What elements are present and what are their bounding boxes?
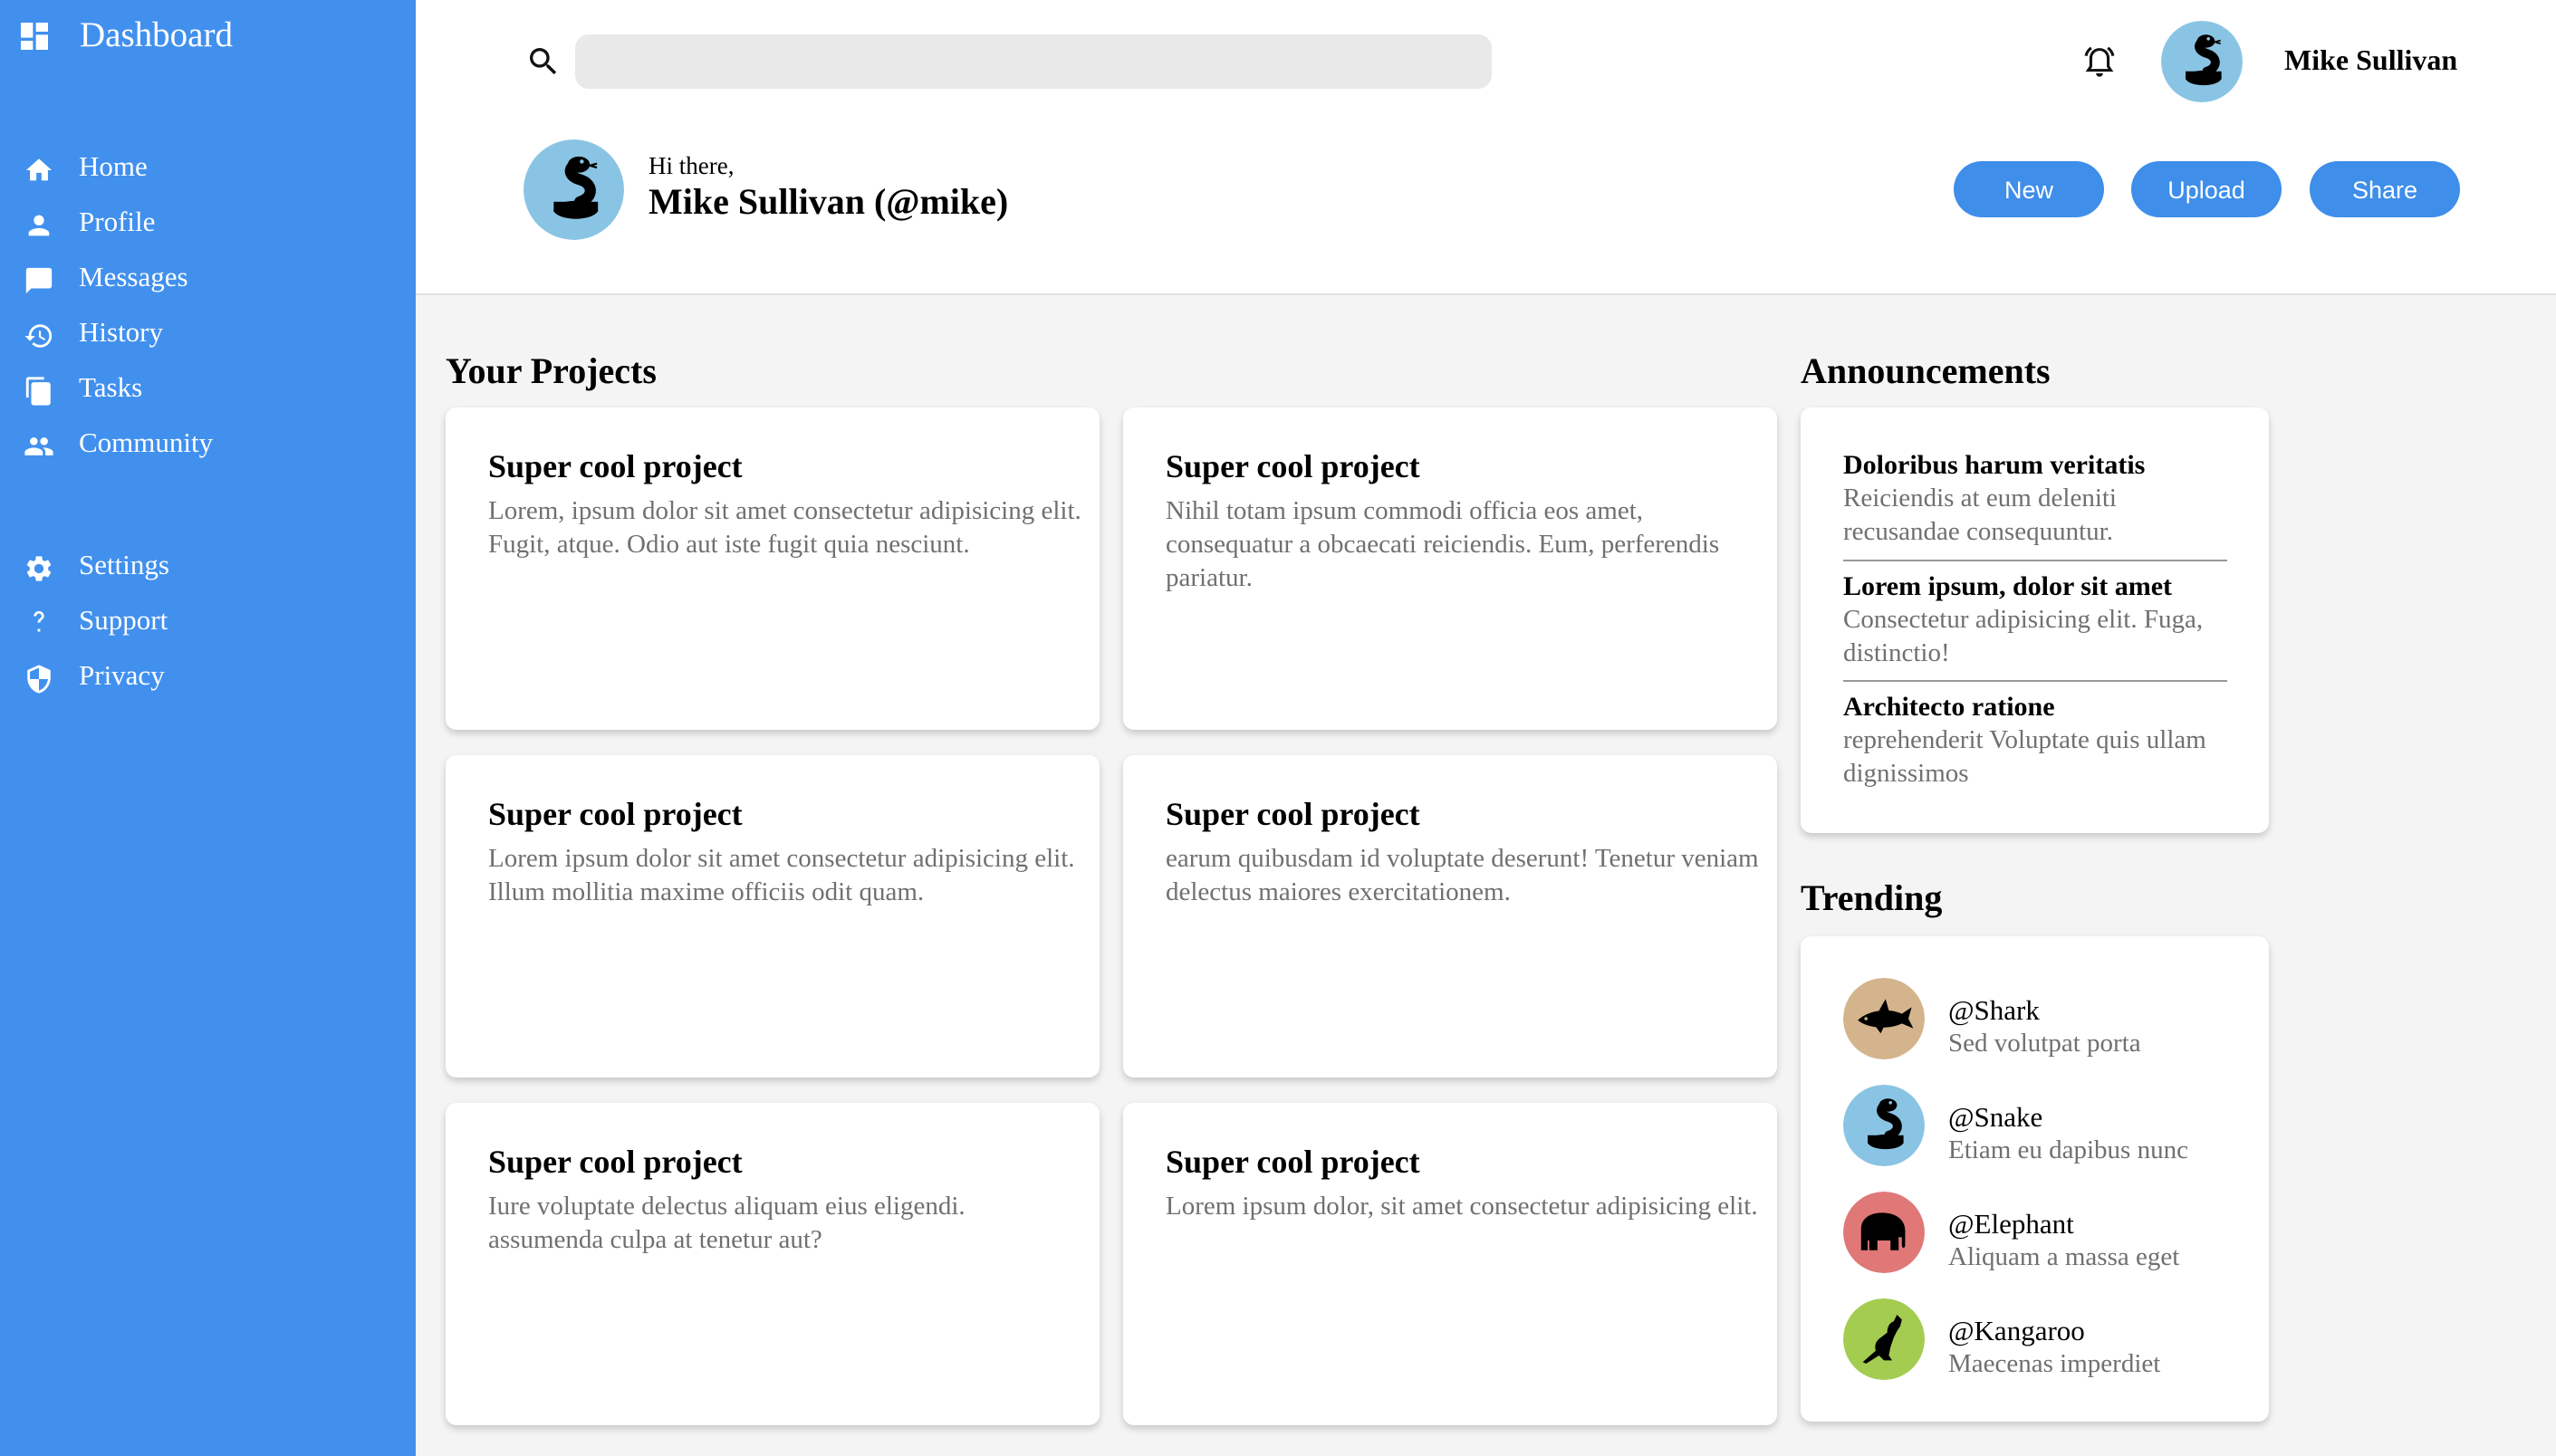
announcement-title: Architecto ratione <box>1843 692 2055 722</box>
trending-item[interactable]: @Snake Etiam eu dapibus nunc <box>1843 1085 2242 1166</box>
sidebar-item-label: Messages <box>79 261 188 292</box>
dashboard-icon <box>16 18 53 54</box>
project-description: Lorem ipsum dolor, sit amet consectetur … <box>1166 1192 1758 1221</box>
project-title: Super cool project <box>488 1144 743 1180</box>
sidebar-item-home[interactable]: Home <box>0 145 416 194</box>
project-description: Lorem, ipsum dolor sit amet consectetur … <box>488 496 1081 559</box>
trending-handle: @Shark <box>1948 994 2040 1026</box>
avatar <box>1843 978 1925 1059</box>
announcement-item[interactable]: Doloribus harum veritatis Reiciendis at … <box>1843 449 2227 549</box>
elephant-icon <box>1843 1192 1925 1273</box>
sidebar-item-label: Profile <box>79 206 156 237</box>
announcements-title: Announcements <box>1801 350 2051 391</box>
trending-item[interactable]: @Elephant Aliquam a massa eget <box>1843 1192 2242 1273</box>
share-button[interactable]: Share <box>2310 161 2460 217</box>
divider <box>1843 560 2227 561</box>
sidebar-item-settings[interactable]: Settings <box>0 543 416 592</box>
snake-icon <box>1843 1085 1925 1166</box>
project-description: earum quibusdam id voluptate deserunt! T… <box>1166 844 1759 906</box>
project-title: Super cool project <box>1166 448 1420 484</box>
project-title: Super cool project <box>1166 796 1420 832</box>
greeting-text: Hi there, <box>649 152 735 179</box>
avatar[interactable] <box>2161 21 2243 102</box>
trending-item[interactable]: @Kangaroo Maecenas imperdiet <box>1843 1298 2242 1380</box>
profile-avatar <box>524 139 624 240</box>
trending-handle: @Kangaroo <box>1948 1315 2085 1346</box>
gear-icon <box>24 553 54 584</box>
avatar <box>1843 1085 1925 1166</box>
search-icon[interactable] <box>525 43 562 80</box>
new-button[interactable]: New <box>1954 161 2104 217</box>
shark-icon <box>1843 978 1925 1059</box>
sidebar-item-label: Home <box>79 150 148 182</box>
announcement-item[interactable]: Architecto ratione reprehenderit Volupta… <box>1843 691 2227 790</box>
announcement-description: Consectetur adipisicing elit. Fuga, dist… <box>1843 605 2204 667</box>
project-description: Iure voluptate delectus aliquam eius eli… <box>488 1192 966 1254</box>
project-card[interactable]: Super cool project Lorem ipsum dolor, si… <box>1123 1103 1777 1425</box>
trending-handle: @Elephant <box>1948 1208 2074 1240</box>
project-card[interactable]: Super cool project Lorem, ipsum dolor si… <box>446 407 1100 730</box>
announcement-description: reprehenderit Voluptate quis ullam digni… <box>1843 725 2206 788</box>
shield-icon <box>24 664 54 694</box>
user-icon <box>24 210 54 241</box>
bell-icon[interactable] <box>2079 42 2120 83</box>
announcement-description: Reiciendis at eum deleniti recusandae co… <box>1843 484 2117 546</box>
group-icon <box>24 431 54 462</box>
sidebar-item-label: Settings <box>79 549 169 580</box>
project-description: Nihil totam ipsum commodi officia eos am… <box>1166 496 1720 592</box>
search-input[interactable] <box>575 34 1492 89</box>
user-name[interactable]: Mike Sullivan <box>2284 43 2457 77</box>
avatar <box>1843 1192 1925 1273</box>
history-icon <box>24 321 54 351</box>
sidebar-item-label: Community <box>79 426 214 458</box>
sidebar-item-profile[interactable]: Profile <box>0 200 416 249</box>
sidebar-item-support[interactable]: Support <box>0 599 416 647</box>
sidebar-item-label: Tasks <box>79 371 143 403</box>
sidebar-item-label: Privacy <box>79 659 165 691</box>
announcements-card: Doloribus harum veritatis Reiciendis at … <box>1801 407 2269 833</box>
trending-title: Trending <box>1801 877 1943 918</box>
kangaroo-icon <box>1843 1298 1925 1380</box>
sidebar-item-label: Support <box>79 604 168 636</box>
user-full-name: Mike Sullivan (@mike) <box>649 181 1009 222</box>
home-icon <box>24 155 54 186</box>
trending-description: Sed volutpat porta <box>1948 1029 2141 1058</box>
project-card[interactable]: Super cool project Iure voluptate delect… <box>446 1103 1100 1425</box>
sidebar-item-history[interactable]: History <box>0 311 416 359</box>
announcement-item[interactable]: Lorem ipsum, dolor sit amet Consectetur … <box>1843 570 2227 670</box>
sidebar-item-tasks[interactable]: Tasks <box>0 366 416 415</box>
project-title: Super cool project <box>488 796 743 832</box>
trending-item[interactable]: @Shark Sed volutpat porta <box>1843 978 2242 1059</box>
project-card[interactable]: Super cool project earum quibusdam id vo… <box>1123 755 1777 1078</box>
snake-icon <box>524 139 624 240</box>
brand[interactable]: Dashboard <box>16 15 233 54</box>
divider <box>1843 680 2227 682</box>
sidebar-item-messages[interactable]: Messages <box>0 255 416 304</box>
trending-description: Maecenas imperdiet <box>1948 1349 2161 1378</box>
sidebar-item-privacy[interactable]: Privacy <box>0 654 416 703</box>
announcement-title: Doloribus harum veritatis <box>1843 450 2146 480</box>
sidebar-item-label: History <box>79 316 163 348</box>
upload-button[interactable]: Upload <box>2131 161 2282 217</box>
trending-description: Etiam eu dapibus nunc <box>1948 1135 2188 1164</box>
help-icon <box>24 608 54 639</box>
sidebar-item-community[interactable]: Community <box>0 421 416 470</box>
tasks-icon <box>24 376 54 407</box>
project-title: Super cool project <box>488 448 743 484</box>
project-title: Super cool project <box>1166 1144 1420 1180</box>
announcement-title: Lorem ipsum, dolor sit amet <box>1843 571 2173 601</box>
trending-description: Aliquam a massa eget <box>1948 1242 2180 1271</box>
sidebar: Dashboard Home Profile Messages History … <box>0 0 416 1456</box>
trending-card: @Shark Sed volutpat porta @Snake Etiam e… <box>1801 936 2269 1422</box>
brand-title: Dashboard <box>80 15 233 54</box>
avatar <box>1843 1298 1925 1380</box>
project-description: Lorem ipsum dolor sit amet consectetur a… <box>488 844 1075 906</box>
project-card[interactable]: Super cool project Nihil totam ipsum com… <box>1123 407 1777 730</box>
chat-icon <box>24 265 54 296</box>
trending-handle: @Snake <box>1948 1101 2043 1133</box>
project-card[interactable]: Super cool project Lorem ipsum dolor sit… <box>446 755 1100 1078</box>
snake-icon <box>2161 21 2243 102</box>
projects-title: Your Projects <box>446 350 657 391</box>
